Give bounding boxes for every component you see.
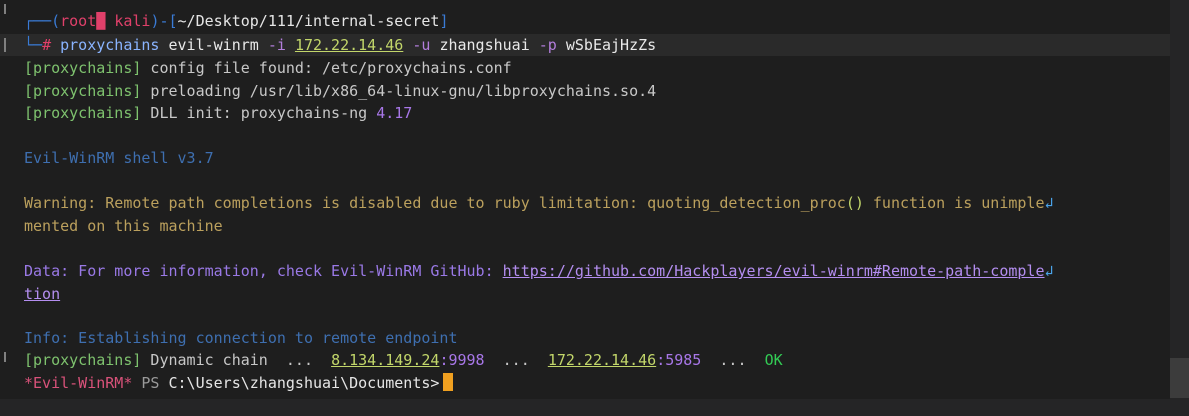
scrollbar-thumb[interactable] <box>1170 358 1189 398</box>
warning-line-cont: mented on this machine <box>24 217 223 235</box>
info-line: Info: Establishing connection to remote … <box>24 329 458 347</box>
prompt-path: ~/Desktop/111/internal-secret <box>177 12 440 30</box>
prompt-line-top: ┌──(root█ kali)-[~/Desktop/111/internal-… <box>24 12 449 30</box>
scroll-marker <box>4 4 6 14</box>
data-line-cont: tion <box>24 283 60 305</box>
chain-line: [proxychains] Dynamic chain ... 8.134.14… <box>24 351 783 369</box>
prompt-user: root <box>60 12 97 30</box>
text-cursor[interactable] <box>443 373 454 391</box>
prompt-corner: ┌── <box>24 12 52 30</box>
horizontal-scrollbar[interactable] <box>0 399 1170 416</box>
prompt-host: kali <box>114 12 151 30</box>
cmd-password: wSbEajHzZs <box>565 36 657 54</box>
output-line: [proxychains] config file found: /etc/pr… <box>24 59 512 77</box>
scroll-marker <box>4 352 6 362</box>
warning-line: Warning: Remote path completions is disa… <box>24 194 1054 212</box>
command-line[interactable]: └─# proxychains evil-winrm -i 172.22.14.… <box>24 34 656 56</box>
terminal-window[interactable]: ┌──(root█ kali)-[~/Desktop/111/internal-… <box>0 0 1170 416</box>
line-wrap-icon: ↲ <box>1044 262 1054 280</box>
github-link-cont[interactable]: tion <box>24 285 60 303</box>
ps-path: C:\Users\zhangshuai\Documents> <box>168 374 440 392</box>
output-line: [proxychains] preloading /usr/lib/x86_64… <box>24 82 657 100</box>
line-wrap-icon: ↲ <box>1044 194 1054 212</box>
ps-prompt-line[interactable]: *Evil-WinRM* PS C:\Users\zhangshuai\Docu… <box>24 372 454 394</box>
shell-version: Evil-WinRM shell v3.7 <box>24 149 214 167</box>
prompt-hash: # <box>42 36 52 54</box>
cmd-user: zhangshuai <box>439 36 530 54</box>
scroll-marker <box>4 38 6 52</box>
data-line: Data: For more information, check Evil-W… <box>24 262 1054 280</box>
cmd-program: proxychains <box>60 36 160 54</box>
github-link[interactable]: https://github.com/Hackplayers/evil-winr… <box>503 262 1045 280</box>
prompt-corner-bottom: └─ <box>24 36 43 54</box>
evil-winrm-tag: *Evil-WinRM* <box>24 374 133 392</box>
cmd-ip: 172.22.14.46 <box>294 36 404 54</box>
chain-ok-status: OK <box>764 351 783 369</box>
output-line: [proxychains] DLL init: proxychains-ng 4… <box>24 104 413 122</box>
cmd-tool: evil-winrm <box>168 36 259 54</box>
vertical-scrollbar[interactable] <box>1170 0 1189 416</box>
skull-icon: █ <box>96 12 106 30</box>
